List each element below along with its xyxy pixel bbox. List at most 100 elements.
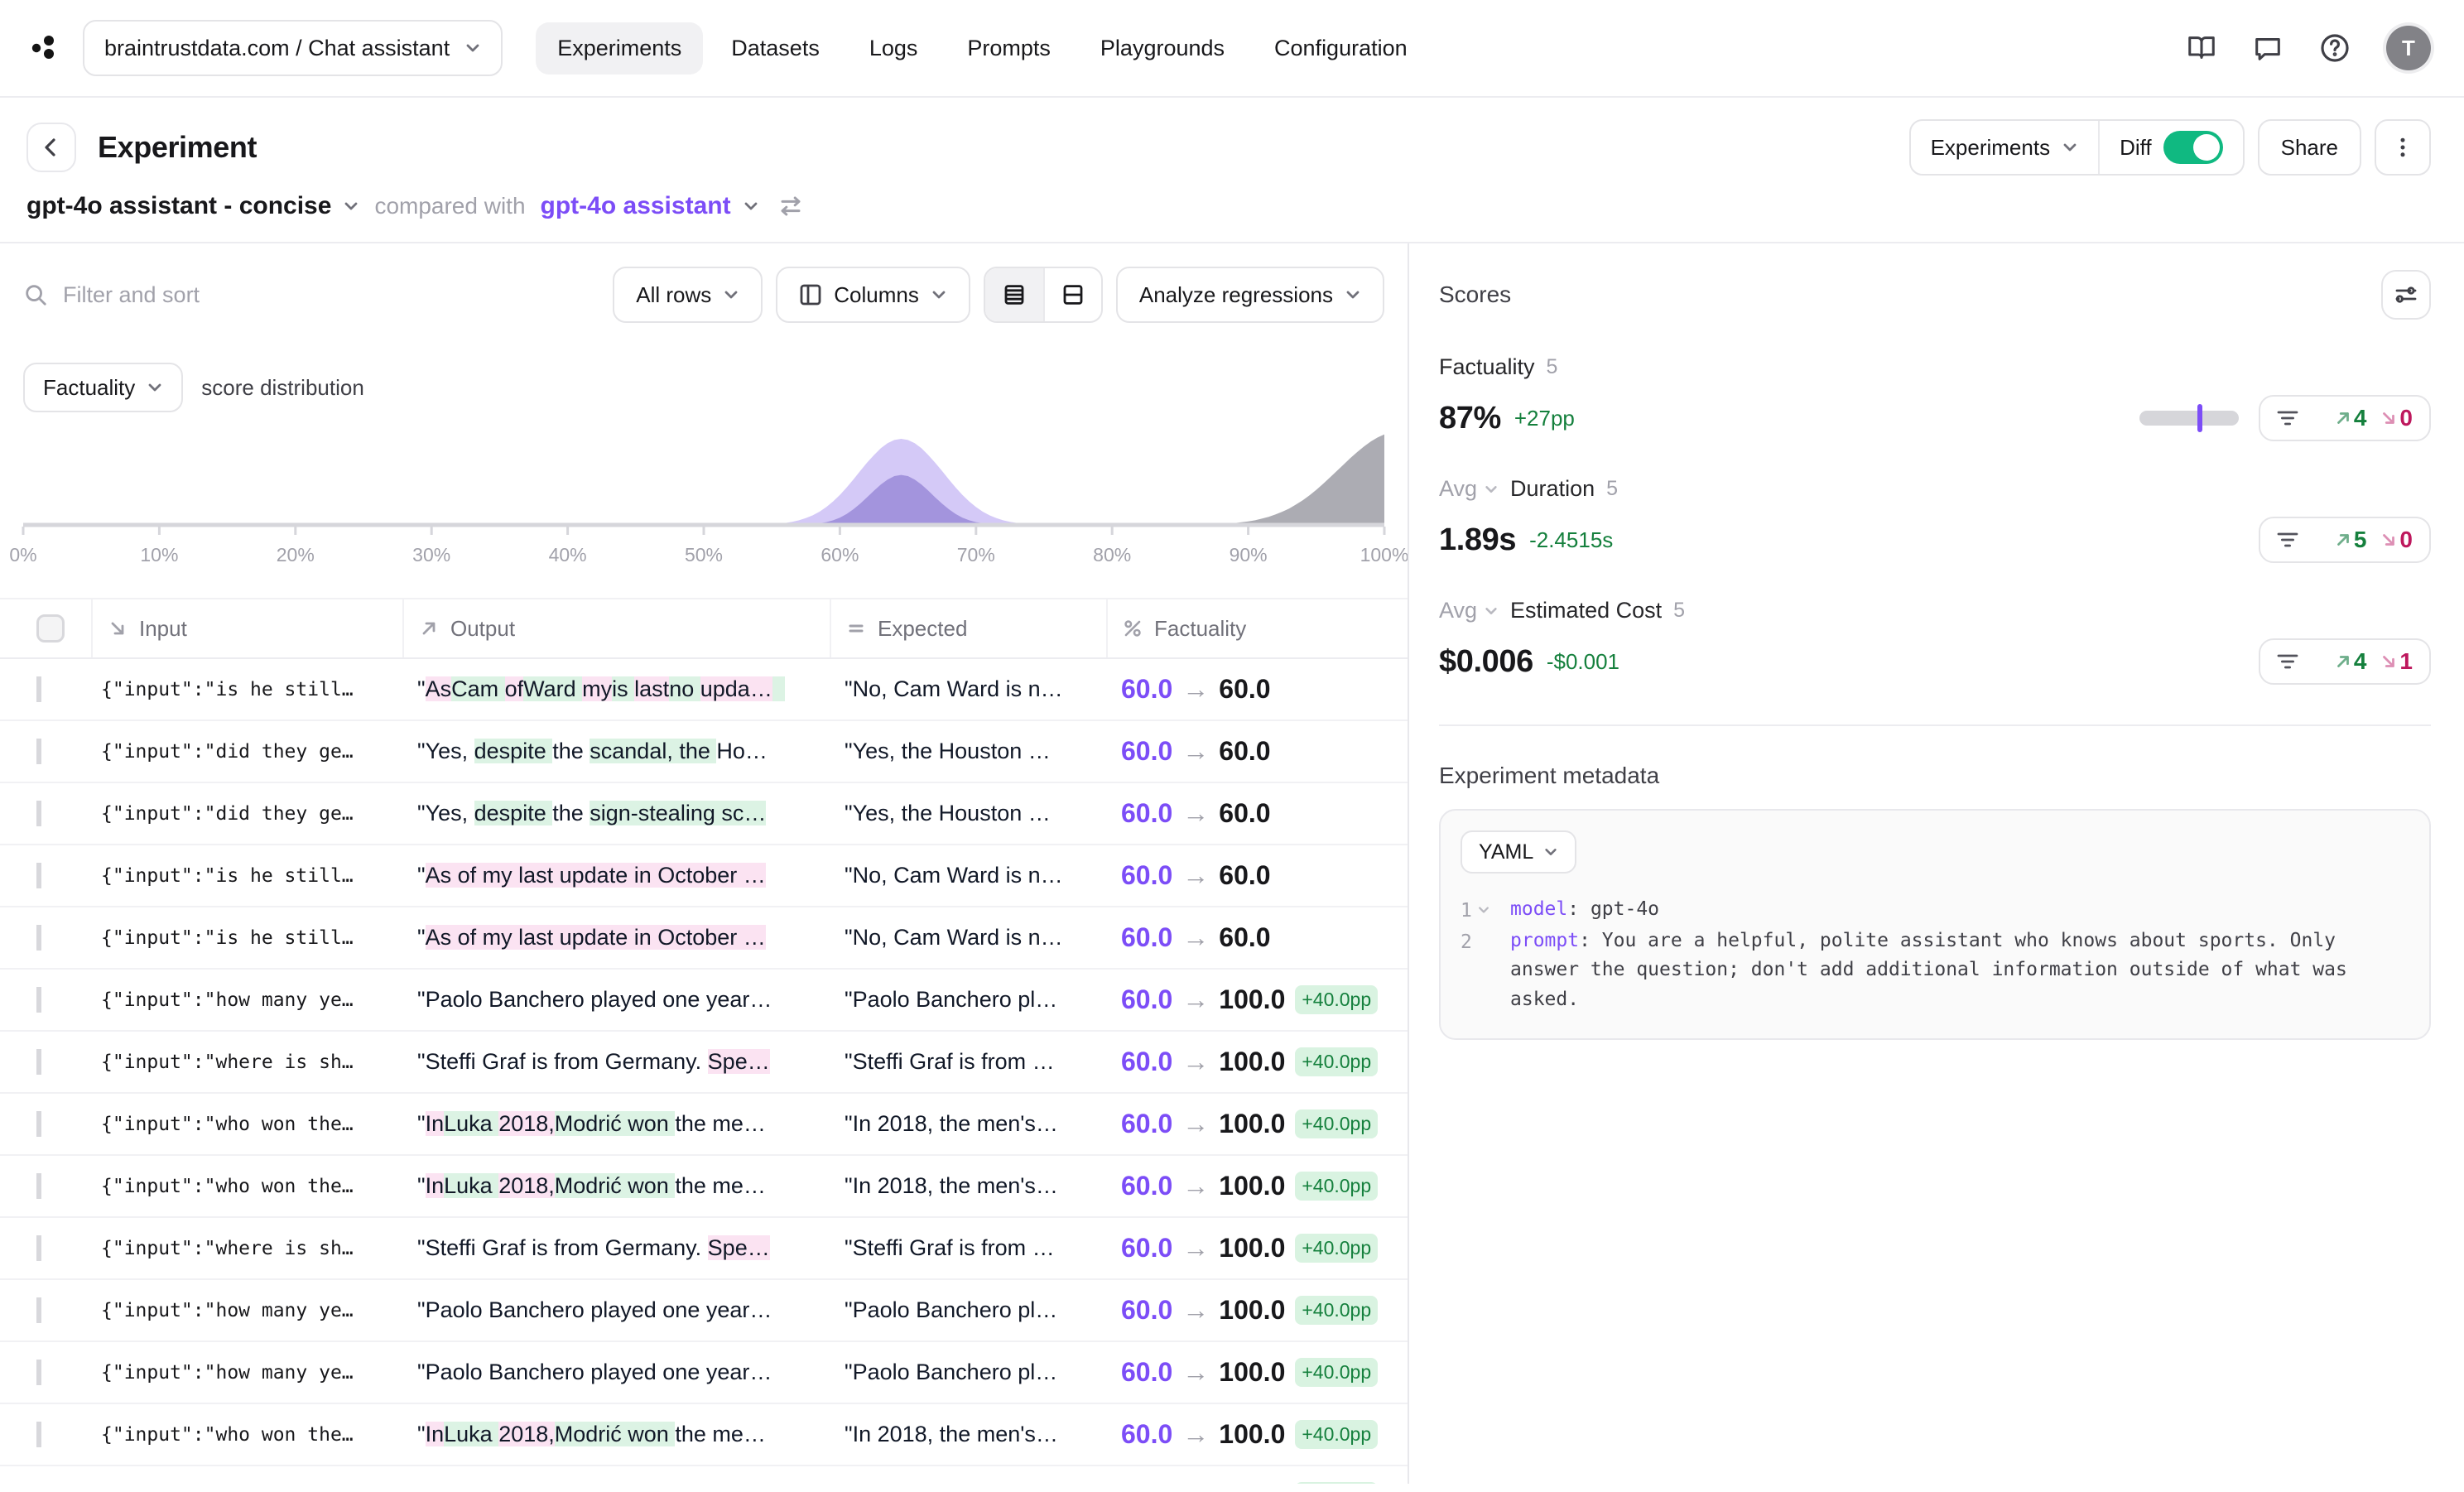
columns-button[interactable]: Columns xyxy=(776,267,970,323)
column-header-expected[interactable]: Expected xyxy=(830,599,1106,657)
comparison-experiment-selector[interactable]: gpt-4o assistant xyxy=(541,192,759,220)
back-button[interactable] xyxy=(26,123,76,172)
row-checkbox-cell xyxy=(0,676,91,702)
table-row[interactable]: {"input":"where is sh…"Steffi Graf is fr… xyxy=(0,1466,1408,1484)
column-header-input[interactable]: Input xyxy=(91,599,402,657)
row-checkbox[interactable] xyxy=(36,987,41,1013)
row-checkbox[interactable] xyxy=(36,863,41,888)
duration-filter-box[interactable]: 5 0 xyxy=(2259,517,2431,563)
list-view-button[interactable] xyxy=(984,268,1043,321)
baseline-experiment-selector[interactable]: gpt-4o assistant - concise xyxy=(26,192,359,220)
tab-prompts[interactable]: Prompts xyxy=(946,22,1072,75)
improvements-stat: 4 xyxy=(2334,648,2366,675)
arrow-up-right-icon xyxy=(2336,656,2349,667)
row-checkbox[interactable] xyxy=(36,801,41,826)
filter-search-placeholder: Filter and sort xyxy=(63,282,200,307)
table-row[interactable]: {"input":"who won the… "InLuka 2018,Modri… xyxy=(0,1094,1408,1156)
table-row[interactable]: {"input":"is he still… "AsCam ofWard myis… xyxy=(0,659,1408,721)
comparison-score: 60.0 xyxy=(1121,1481,1172,1484)
factuality-cell: 60.0 → 100.0 +40.0pp xyxy=(1106,1419,1408,1450)
tab-experiments[interactable]: Experiments xyxy=(536,22,704,75)
table-row[interactable]: {"input":"who won the… "InLuka 2018,Modri… xyxy=(0,1156,1408,1218)
factuality-filter-box[interactable]: 4 0 xyxy=(2259,395,2431,441)
row-checkbox[interactable] xyxy=(36,1360,41,1385)
factuality-cell: 60.0 → 60.0 xyxy=(1106,674,1408,705)
current-score: 60.0 xyxy=(1219,798,1271,828)
table-row[interactable]: {"input":"did they ge… "Yes, despite the … xyxy=(0,783,1408,845)
cost-filter-box[interactable]: 4 1 xyxy=(2259,638,2431,685)
output-cell: "InLuka 2018,Modrić won the me… xyxy=(417,1173,766,1198)
aggregation-selector[interactable]: Avg xyxy=(1439,598,1499,623)
table-row[interactable]: {"input":"is he still… "As of my last upd… xyxy=(0,845,1408,907)
row-checkbox[interactable] xyxy=(36,1173,41,1199)
more-options-button[interactable] xyxy=(2375,119,2431,176)
arrow-right-icon: → xyxy=(1182,1357,1210,1387)
project-selector[interactable]: braintrustdata.com / Chat assistant xyxy=(83,20,503,76)
diff-label: Diff xyxy=(2120,134,2152,160)
table-row[interactable]: {"input":"where is sh…"Steffi Graf is fr… xyxy=(0,1218,1408,1280)
table-row[interactable]: {"input":"how many ye… "Paolo Banchero pl… xyxy=(0,1280,1408,1342)
chevron-down-icon xyxy=(148,383,161,392)
expected-cell: "In 2018, the men's… xyxy=(845,1422,1058,1446)
split-view-button[interactable] xyxy=(1042,268,1101,321)
tab-datasets[interactable]: Datasets xyxy=(710,22,841,75)
aggregation-selector[interactable]: Avg xyxy=(1439,476,1499,502)
row-checkbox[interactable] xyxy=(36,1297,41,1323)
row-checkbox[interactable] xyxy=(36,1049,41,1075)
table-row[interactable]: {"input":"who won the… "InLuka 2018,Modri… xyxy=(0,1404,1408,1466)
line-number[interactable]: 2 xyxy=(1461,926,1510,1015)
factuality-cell: 60.0 → 60.0 xyxy=(1106,922,1408,953)
line-number[interactable]: 1 xyxy=(1461,895,1510,926)
column-label: Input xyxy=(139,615,187,641)
filter-search[interactable]: Filter and sort xyxy=(23,282,599,308)
rows-filter-button[interactable]: All rows xyxy=(613,267,763,323)
output-cell: "Steffi Graf is from Germany. Spe… xyxy=(417,1049,770,1074)
factuality-cell: 60.0 → 100.0 +40.0pp xyxy=(1106,984,1408,1015)
share-button[interactable]: Share xyxy=(2257,119,2361,176)
column-header-output[interactable]: Output xyxy=(402,599,830,657)
row-checkbox[interactable] xyxy=(36,676,41,702)
score-value: 1.89s xyxy=(1439,522,1517,557)
docs-book-icon[interactable] xyxy=(2186,32,2217,64)
diff-toggle[interactable] xyxy=(2163,131,2223,164)
tab-playgrounds[interactable]: Playgrounds xyxy=(1079,22,1246,75)
comparison-score: 60.0 xyxy=(1121,736,1173,766)
column-header-factuality[interactable]: Factuality xyxy=(1106,599,1408,657)
table-row[interactable]: {"input":"how many ye… "Paolo Banchero pl… xyxy=(0,970,1408,1032)
experiments-diff-group: Experiments Diff xyxy=(1908,119,2245,176)
row-checkbox[interactable] xyxy=(36,1235,41,1261)
metadata-format-selector[interactable]: YAML xyxy=(1461,830,1577,874)
analyze-regressions-button[interactable]: Analyze regressions xyxy=(1115,267,1384,323)
score-delta: +27pp xyxy=(1514,405,1575,431)
table-row[interactable]: {"input":"did they ge… "Yes, despite the … xyxy=(0,721,1408,783)
arrow-right-icon: → xyxy=(1182,860,1210,890)
experiments-menu-button[interactable]: Experiments xyxy=(1911,121,2099,174)
search-icon xyxy=(26,285,46,306)
swap-experiments-icon[interactable] xyxy=(777,195,804,218)
list-view-icon xyxy=(1004,285,1024,305)
format-label: YAML xyxy=(1479,840,1534,864)
distribution-caption: score distribution xyxy=(201,374,364,400)
row-checkbox[interactable] xyxy=(36,739,41,764)
row-checkbox[interactable] xyxy=(36,1422,41,1447)
tab-configuration[interactable]: Configuration xyxy=(1253,22,1429,75)
expected-cell: "Paolo Banchero pl… xyxy=(845,1297,1058,1322)
row-checkbox-cell xyxy=(0,863,91,888)
chevron-down-icon xyxy=(744,202,757,210)
row-checkbox-cell xyxy=(0,739,91,764)
table-row[interactable]: {"input":"how many ye… "Paolo Banchero pl… xyxy=(0,1342,1408,1404)
table-row[interactable]: {"input":"is he still… "As of my last upd… xyxy=(0,907,1408,970)
row-checkbox[interactable] xyxy=(36,1111,41,1137)
help-icon[interactable] xyxy=(2318,31,2351,65)
select-all-checkbox[interactable] xyxy=(36,614,65,643)
distribution-metric-selector[interactable]: Factuality xyxy=(23,363,184,412)
comparison-score: 60.0 xyxy=(1121,674,1173,704)
user-avatar[interactable]: T xyxy=(2386,26,2431,70)
braintrust-logo-icon[interactable] xyxy=(23,30,66,66)
tab-logs[interactable]: Logs xyxy=(848,22,940,75)
scores-settings-button[interactable] xyxy=(2381,270,2431,320)
delta-badge: +40.0pp xyxy=(1295,1358,1379,1387)
table-row[interactable]: {"input":"where is sh…"Steffi Graf is fr… xyxy=(0,1032,1408,1094)
feedback-chat-icon[interactable] xyxy=(2252,32,2284,64)
row-checkbox[interactable] xyxy=(36,925,41,951)
